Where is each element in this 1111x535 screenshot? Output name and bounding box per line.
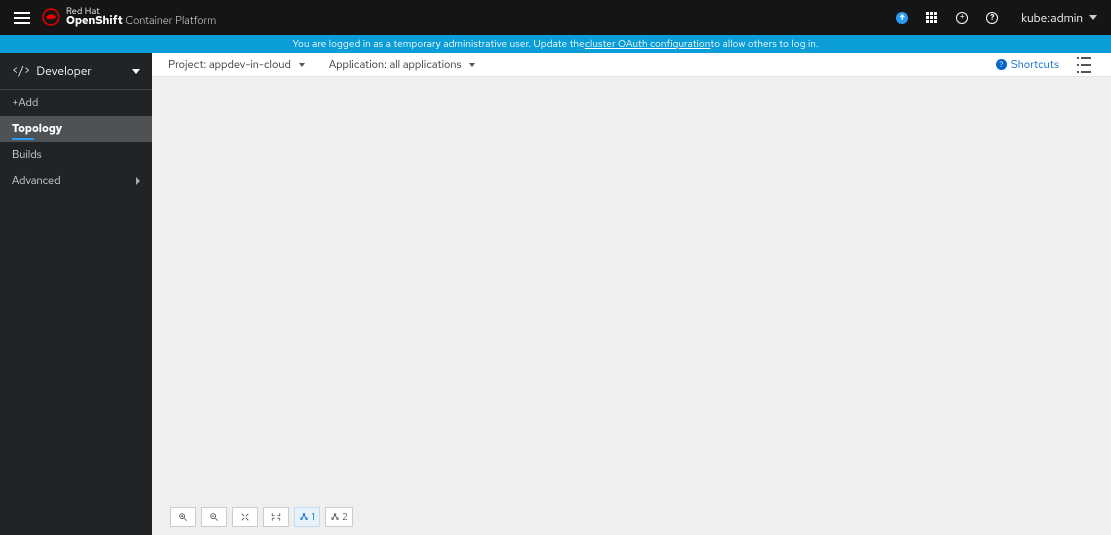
project-label: Project: [168,58,209,72]
list-icon [1077,57,1079,59]
zoom-out-button[interactable] [201,507,227,527]
sidebar-item-topology[interactable]: Topology [0,116,152,142]
chevron-down-icon [1089,15,1097,20]
banner-link[interactable]: cluster OAuth configuration [585,38,711,51]
plus-circle-icon: + [956,12,968,24]
brand-product-suffix: Container Platform [123,14,217,28]
chevron-down-icon [299,63,305,67]
top-masthead: Red Hat OpenShift Container Platform ↑ +… [0,0,1111,35]
redhat-logo-icon [42,8,60,26]
banner-prefix: You are logged in as a temporary adminis… [293,38,585,51]
main-area: </> Developer +Add Topology Builds Advan… [0,53,1111,535]
sidebar-item-label: Builds [12,148,42,162]
project-value: appdev-in-cloud [209,58,291,72]
sidebar-item-label: Advanced [12,174,61,188]
content-area: Project: appdev-in-cloud Application: al… [152,53,1111,535]
sidebar-item-advanced[interactable]: Advanced [0,168,152,194]
sidebar-item-label: Topology [12,122,62,136]
sidebar-item-builds[interactable]: Builds [0,142,152,168]
application-label: Application: [329,58,390,72]
user-name: kube:admin [1021,10,1083,26]
layout-2-button[interactable]: 2 [325,507,353,527]
user-menu[interactable]: kube:admin [1021,10,1097,26]
zoom-in-button[interactable] [170,507,196,527]
chevron-right-icon [136,177,140,185]
topology-canvas[interactable]: 1 2 [152,77,1111,535]
import-button[interactable]: + [949,5,975,31]
question-circle-icon: ? [996,59,1007,70]
sidebar: </> Developer +Add Topology Builds Advan… [0,53,152,535]
fit-to-screen-button[interactable] [232,507,258,527]
brand-product-name: OpenShift [66,14,123,28]
perspective-label: Developer [36,63,91,79]
topology-controls: 1 2 [170,507,353,527]
application-dropdown[interactable]: Application: all applications [329,58,476,72]
sidebar-item-label: +Add [12,96,38,110]
shortcuts-link[interactable]: ? Shortcuts [996,58,1059,72]
layout-1-count: 1 [311,511,314,524]
context-toolbar: Project: appdev-in-cloud Application: al… [152,53,1111,77]
banner-suffix: to allow others to log in. [710,38,818,51]
admin-alert-banner: You are logged in as a temporary adminis… [0,35,1111,53]
app-launcher-button[interactable] [919,5,945,31]
code-icon: </> [12,64,30,78]
chevron-down-icon [469,63,475,67]
reset-view-button[interactable] [263,507,289,527]
layout-1-button[interactable]: 1 [294,507,320,527]
cloudshell-button[interactable]: ↑ [889,5,915,31]
application-value: all applications [389,58,461,72]
project-dropdown[interactable]: Project: appdev-in-cloud [168,58,305,72]
list-view-toggle[interactable] [1077,57,1095,73]
perspective-switcher[interactable]: </> Developer [0,53,152,90]
sidebar-item-add[interactable]: +Add [0,90,152,116]
info-circle-icon: ↑ [896,12,908,24]
brand[interactable]: Red Hat OpenShift Container Platform [42,7,216,28]
chevron-down-icon [132,69,140,74]
question-circle-icon: ? [986,12,998,24]
help-button[interactable]: ? [979,5,1005,31]
nav-toggle-button[interactable] [8,4,36,32]
shortcuts-label: Shortcuts [1011,58,1059,72]
grid-icon [926,12,938,24]
layout-2-count: 2 [342,511,348,524]
